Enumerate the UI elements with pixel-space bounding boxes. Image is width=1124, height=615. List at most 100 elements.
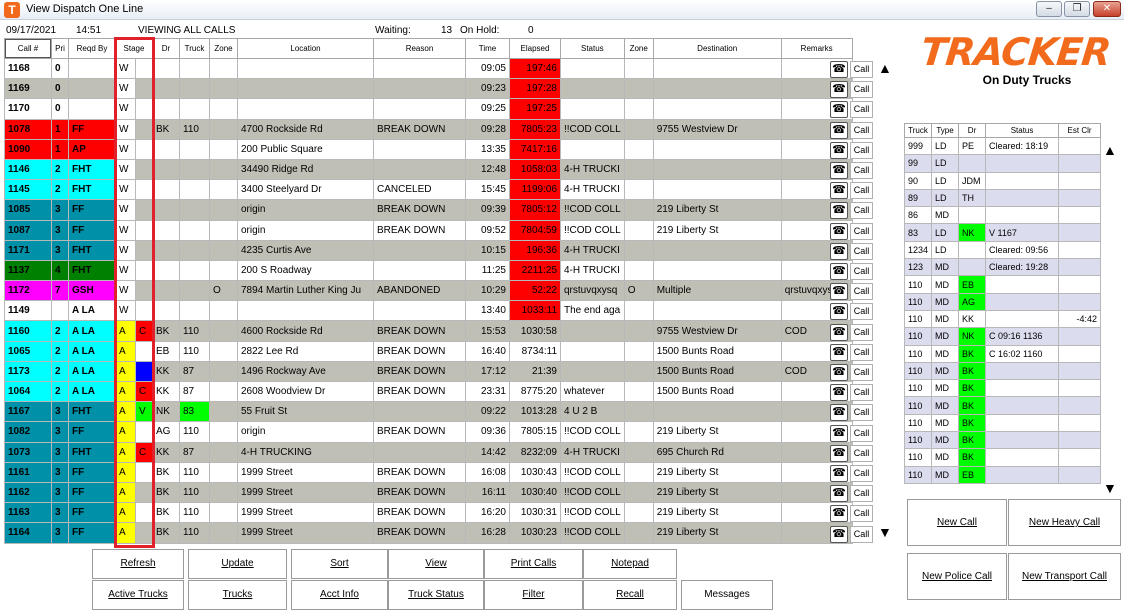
column-header-zone[interactable]: Zone	[209, 38, 238, 59]
new-police-call-button[interactable]: New Police Call	[907, 553, 1007, 600]
phone-icon[interactable]: ☎	[830, 505, 848, 523]
print-calls-button[interactable]: Print Calls	[484, 549, 583, 579]
phone-icon[interactable]: ☎	[830, 263, 848, 280]
phone-icon[interactable]: ☎	[830, 525, 848, 543]
call-row[interactable]: 1146 2 FHT W 34490 Ridge Rd 12:48 1058:03 4-H T…	[4, 158, 853, 181]
row-call-button[interactable]: Call	[850, 525, 873, 543]
row-call-button[interactable]: Call	[850, 121, 873, 139]
phone-icon[interactable]: ☎	[830, 404, 848, 422]
column-header-pri[interactable]: Pri	[51, 38, 69, 59]
call-row[interactable]: 1065 2 A LA A EB 110 2822 Lee Rd BREAK DOWN 16:4…	[4, 340, 853, 362]
call-row[interactable]: 1164 3 FF A BK 110 1999 Street BREAK DOWN 16:28 1…	[4, 522, 853, 544]
truck-row[interactable]: 110 MD EB	[903, 465, 1102, 484]
call-row[interactable]: 1078 1 FF W BK 110 4700 Rockside Rd BREAK DOWN 0…	[4, 118, 853, 140]
phone-icon[interactable]: ☎	[830, 101, 848, 119]
call-row[interactable]: 1073 3 FHT A C KK 87 4-H TRUCKING 14:42 8232:09 4-…	[4, 441, 853, 463]
scroll-up-arrow-icon[interactable]: ▲	[878, 60, 892, 76]
row-call-button[interactable]: Call	[850, 162, 873, 179]
phone-icon[interactable]: ☎	[830, 283, 848, 301]
row-call-button[interactable]: Call	[850, 384, 873, 402]
truck-row[interactable]: 89 LD TH	[903, 188, 1102, 208]
phone-icon[interactable]: ☎	[830, 343, 848, 361]
column-header-zone2[interactable]: Zone	[623, 38, 654, 59]
call-row[interactable]: 1162 3 FF A BK 110 1999 Street BREAK DOWN 16:11 1…	[4, 481, 853, 504]
truck-row[interactable]: 90 LD JDM	[903, 171, 1102, 190]
phone-icon[interactable]: ☎	[830, 424, 848, 442]
call-row[interactable]: 1172 7 GSH W O 7894 Martin Luther King Ju ABAN…	[4, 280, 853, 302]
row-call-button[interactable]: Call	[850, 242, 873, 260]
phone-icon[interactable]: ☎	[830, 222, 848, 240]
phone-icon[interactable]: ☎	[830, 485, 848, 503]
call-row[interactable]: 1171 3 FHT W 4235 Curtis Ave 10:15 196:36 4-H T…	[4, 239, 853, 261]
row-call-button[interactable]: Call	[850, 263, 873, 280]
truck-row[interactable]: 999 LD PE Cleared: 18:19	[903, 136, 1102, 156]
truck-row[interactable]: 110 MD BK	[903, 396, 1102, 415]
notepad-button[interactable]: Notepad	[583, 549, 677, 579]
update-button[interactable]: Update	[188, 549, 287, 579]
row-call-button[interactable]: Call	[850, 81, 873, 99]
new-call-button[interactable]: New Call	[907, 499, 1007, 546]
new-heavy-call-button[interactable]: New Heavy Call	[1008, 499, 1121, 546]
truck-row[interactable]: 110 MD BK	[903, 413, 1102, 433]
trucks-scroll-down-arrow-icon[interactable]: ▼	[1103, 480, 1117, 496]
truck-column-header-status[interactable]: Status	[985, 123, 1060, 138]
row-call-button[interactable]: Call	[850, 424, 873, 442]
call-row[interactable]: 1087 3 FF Worigin BREAK DOWN 09:52 7804:59 !!CO…	[4, 219, 853, 241]
row-call-button[interactable]: Call	[850, 303, 873, 321]
phone-icon[interactable]: ☎	[830, 162, 848, 179]
row-call-button[interactable]: Call	[850, 364, 873, 381]
column-header-truck[interactable]: Truck	[179, 38, 210, 59]
call-row[interactable]: 1137 4 FHT W 200 S Roadway 11:25 2211:25 4-H TR…	[4, 259, 853, 282]
scroll-down-arrow-icon[interactable]: ▼	[878, 524, 892, 540]
truck-column-header-dr[interactable]: Dr	[958, 123, 987, 138]
row-call-button[interactable]: Call	[850, 404, 873, 422]
truck-row[interactable]: 83 LD NK V 1167	[903, 223, 1102, 242]
truck-row[interactable]: 110 MD BK	[903, 431, 1102, 450]
row-call-button[interactable]: Call	[850, 222, 873, 240]
call-row[interactable]: 1145 2 FHT W 3400 Steelyard Dr CANCELED 15:45 1…	[4, 179, 853, 201]
trucks-button[interactable]: Trucks	[188, 580, 287, 610]
call-row[interactable]: 1169 0 W 09:23 197:28	[4, 78, 853, 100]
sort-button[interactable]: Sort	[291, 549, 388, 579]
row-call-button[interactable]: Call	[850, 505, 873, 523]
truck-row[interactable]: 99 LD	[903, 154, 1102, 173]
refresh-button[interactable]: Refresh	[92, 549, 184, 579]
call-row[interactable]: 1160 2 A LA A C BK 110 4600 Rockside Rd BREAK DO…	[4, 320, 853, 342]
truck-row[interactable]: 123 MD Cleared: 19:28	[903, 258, 1102, 277]
truck-row[interactable]: 110 MD AG	[903, 292, 1102, 311]
call-row[interactable]: 1082 3 FF A AG 110 origin BREAK DOWN 09:36 7805:1…	[4, 421, 853, 443]
truck-column-header-est[interactable]: Est Clr	[1058, 123, 1102, 138]
truck-row[interactable]: 86 MD	[903, 206, 1102, 225]
call-row[interactable]: 1170 0 W 09:25 197:25	[4, 98, 853, 120]
column-header-call[interactable]: Call #	[4, 38, 52, 59]
column-header-destination[interactable]: Destination	[652, 38, 782, 59]
minimize-button[interactable]: –	[1036, 1, 1062, 17]
phone-icon[interactable]: ☎	[830, 81, 848, 99]
truck-row[interactable]: 110 MD EB	[903, 275, 1102, 294]
truck-column-header-truck[interactable]: Truck	[903, 123, 933, 138]
call-row[interactable]: 1163 3 FF A BK 110 1999 Street BREAK DOWN 16:20 1…	[4, 502, 853, 524]
active-trucks-button[interactable]: Active Trucks	[92, 580, 184, 610]
phone-icon[interactable]: ☎	[830, 303, 848, 321]
column-header-elapsed[interactable]: Elapsed	[509, 38, 561, 59]
call-row[interactable]: 1090 1 AP W 200 Public Square 13:35 7417:16	[4, 138, 853, 160]
phone-icon[interactable]: ☎	[830, 242, 848, 260]
column-header-status[interactable]: Status	[560, 38, 625, 59]
row-call-button[interactable]: Call	[850, 485, 873, 503]
phone-icon[interactable]: ☎	[830, 202, 848, 220]
call-row[interactable]: 1173 2 A LA A KK 87 1496 Rockway Ave BREAK DOWN…	[4, 360, 853, 383]
phone-icon[interactable]: ☎	[830, 182, 848, 200]
column-header-reqd[interactable]: Reqd By	[68, 38, 116, 59]
truck-row[interactable]: 110 MD BK C 16:02 1160	[903, 344, 1102, 363]
call-row[interactable]: 1149 A LA W 13:40 1033:11 The end aga	[4, 300, 853, 322]
truck-row[interactable]: 110 MD BK	[903, 379, 1102, 398]
row-call-button[interactable]: Call	[850, 465, 873, 482]
phone-icon[interactable]: ☎	[830, 323, 848, 341]
truck-row[interactable]: 110 MD BK	[903, 448, 1102, 467]
phone-icon[interactable]: ☎	[830, 444, 848, 462]
column-header-stage[interactable]: Stage	[115, 38, 153, 59]
messages-button[interactable]: Messages	[681, 580, 773, 610]
truck-status-button[interactable]: Truck Status	[388, 580, 484, 610]
maximize-button[interactable]: ❐	[1064, 1, 1090, 17]
phone-icon[interactable]: ☎	[830, 121, 848, 139]
